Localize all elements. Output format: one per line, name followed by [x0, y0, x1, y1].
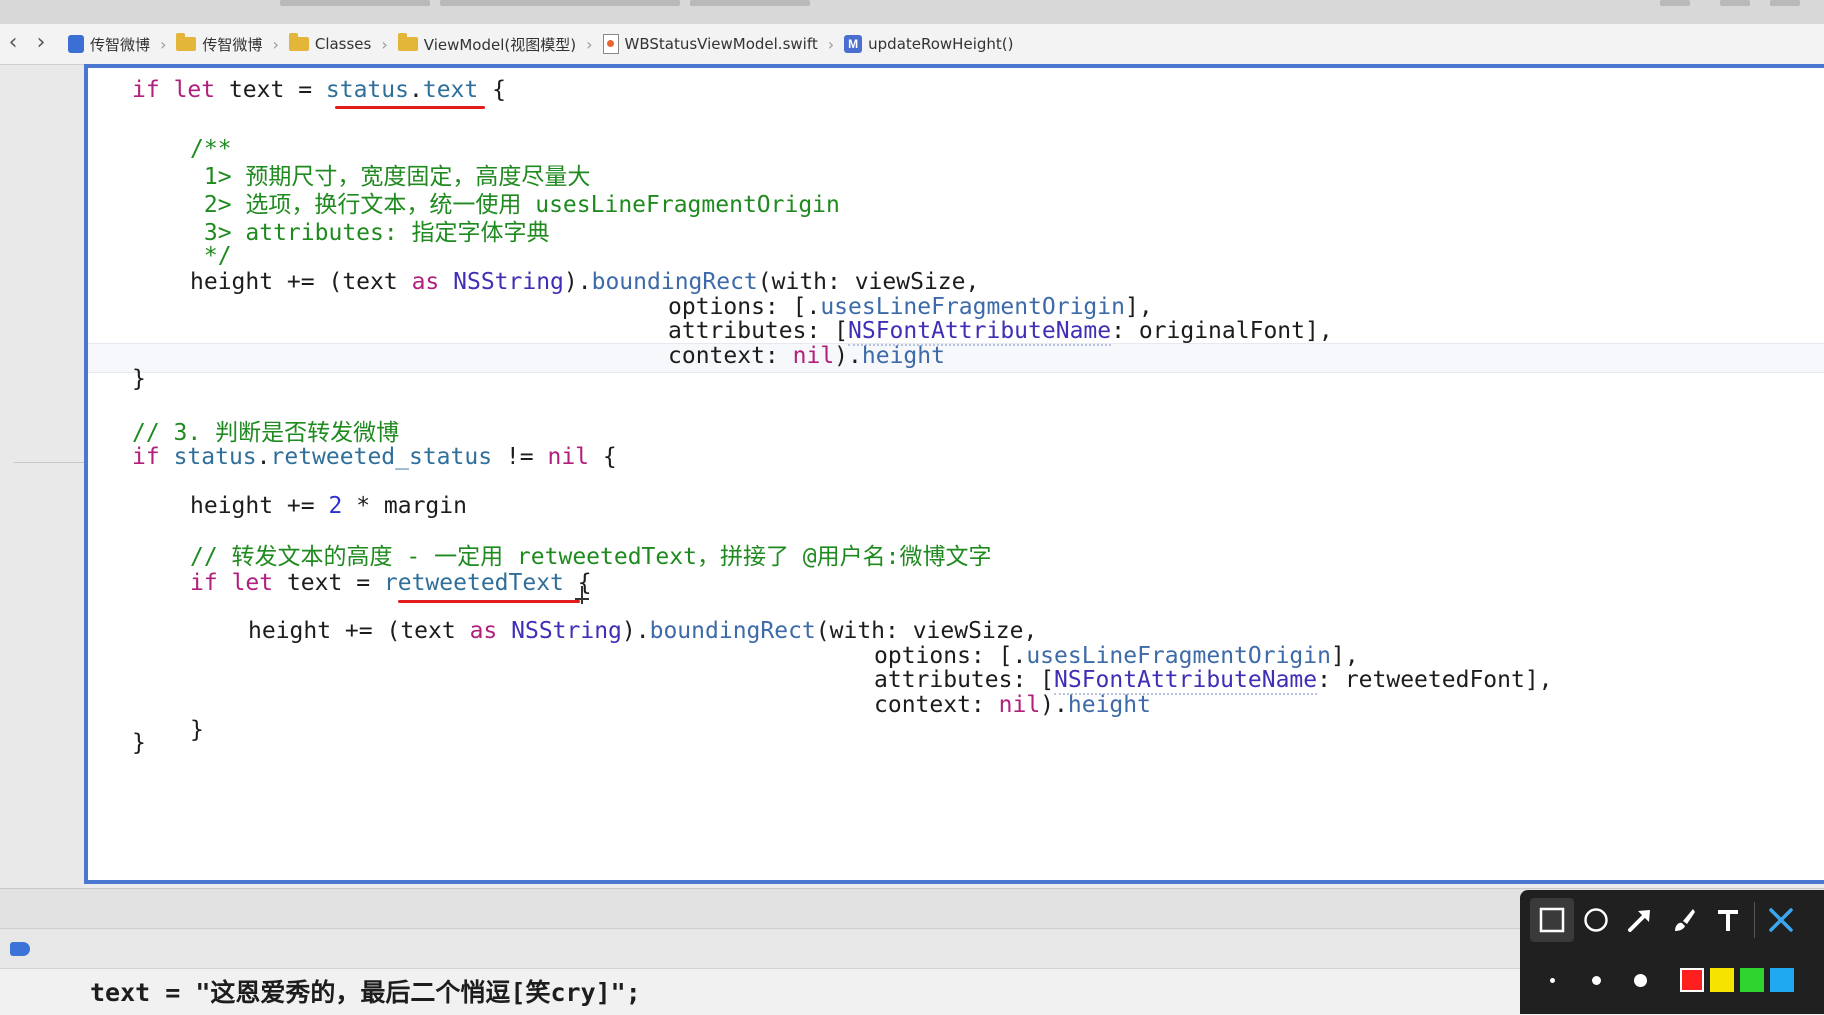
breadcrumb-label: WBStatusViewModel.swift	[624, 35, 818, 53]
code-line: if status.retweeted_status != nil {	[132, 444, 617, 470]
code-comment: // 转发文本的高度 - 一定用 retweetedText，拼接了 @用户名:…	[190, 544, 992, 570]
code-comment: 3> attributes: 指定字体字典	[190, 220, 550, 246]
brush-tool-icon[interactable]	[1662, 898, 1706, 942]
breadcrumb: 传智微博 › 传智微博 › Classes › ViewModel(视图模型) …	[68, 24, 1013, 64]
swift-file-icon	[602, 34, 619, 54]
mouse-cursor	[575, 586, 589, 604]
forward-button[interactable]: ›	[28, 30, 54, 56]
size-small-button[interactable]	[1530, 958, 1574, 1002]
rectangle-tool-icon[interactable]	[1530, 898, 1574, 942]
annotation-toolbar	[1520, 890, 1824, 1014]
code-comment: 1> 预期尺寸，宽度固定，高度尽量大	[190, 164, 591, 190]
color-swatch-red[interactable]	[1680, 968, 1704, 992]
breadcrumb-file[interactable]: WBStatusViewModel.swift	[602, 34, 818, 54]
breakpoint-icon[interactable]	[10, 942, 30, 956]
window-toolbar	[0, 0, 1824, 25]
method-icon: M	[844, 35, 863, 53]
code-line: }	[132, 730, 146, 756]
project-icon	[68, 35, 84, 53]
code-line: context: nil).height	[668, 343, 945, 369]
breadcrumb-label: 传智微博	[202, 35, 263, 54]
folder-icon	[176, 33, 197, 51]
code-line: height += (text as NSString).boundingRec…	[190, 269, 980, 295]
code-line: height += (text as NSString).boundingRec…	[248, 618, 1038, 644]
code-line: if let text = status.text {	[132, 77, 506, 103]
editor-gutter	[0, 65, 86, 925]
chevron-right-icon: ›	[586, 34, 593, 54]
color-swatch-blue[interactable]	[1770, 968, 1794, 992]
breadcrumb-classes[interactable]: Classes	[288, 33, 372, 53]
chevron-right-icon: ›	[827, 34, 835, 54]
chevron-right-icon: ›	[381, 34, 388, 54]
chevron-right-icon: ›	[272, 34, 279, 54]
breadcrumb-label: Classes	[314, 35, 372, 53]
code-line: attributes: [NSFontAttributeName: retwee…	[874, 667, 1553, 695]
chevron-right-icon: ›	[160, 34, 167, 54]
code-editor[interactable]: if let text = status.text { /** 1> 预期尺寸，…	[84, 64, 1824, 884]
size-large-button[interactable]	[1618, 958, 1662, 1002]
text-tool-icon[interactable]	[1706, 898, 1750, 942]
red-underline-annotation	[398, 600, 580, 603]
breadcrumb-label: 传智微博	[90, 35, 151, 54]
color-swatch-yellow[interactable]	[1710, 968, 1734, 992]
code-line: attributes: [NSFontAttributeName: origin…	[668, 318, 1333, 346]
breadcrumb-label: ViewModel(视图模型)	[423, 35, 577, 54]
arrow-tool-icon[interactable]	[1618, 898, 1662, 942]
folder-icon	[397, 33, 418, 51]
close-icon[interactable]	[1759, 898, 1803, 942]
code-line: }	[132, 366, 146, 392]
size-medium-button[interactable]	[1574, 958, 1618, 1002]
console-output-line: text = "这恩爱秀的，最后二个悄逗[笑cry]";	[90, 978, 641, 1007]
red-underline-annotation	[335, 106, 485, 109]
breadcrumb-label: updateRowHeight()	[868, 35, 1014, 53]
code-line: if let text = retweetedText {	[190, 570, 592, 596]
code-comment: /**	[190, 136, 232, 162]
breadcrumb-project[interactable]: 传智微博	[68, 34, 150, 55]
code-comment: 2> 选项，换行文本，统一使用 usesLineFragmentOrigin	[190, 192, 840, 218]
ellipse-tool-icon[interactable]	[1574, 898, 1618, 942]
current-line-highlight	[88, 343, 1824, 373]
folder-icon	[288, 33, 309, 51]
color-swatch-green[interactable]	[1740, 968, 1764, 992]
code-line: }	[190, 717, 204, 743]
code-comment: */	[190, 243, 232, 269]
back-button[interactable]: ‹	[0, 30, 26, 56]
jump-bar: ‹ › 传智微博 › 传智微博 › Classes › ViewModel(视图…	[0, 24, 1824, 65]
breadcrumb-method[interactable]: M updateRowHeight()	[844, 35, 1013, 53]
code-line: context: nil).height	[874, 692, 1151, 718]
code-line: height += 2 * margin	[190, 493, 467, 519]
breadcrumb-viewmodel[interactable]: ViewModel(视图模型)	[397, 33, 577, 55]
breadcrumb-group[interactable]: 传智微博	[176, 33, 263, 55]
